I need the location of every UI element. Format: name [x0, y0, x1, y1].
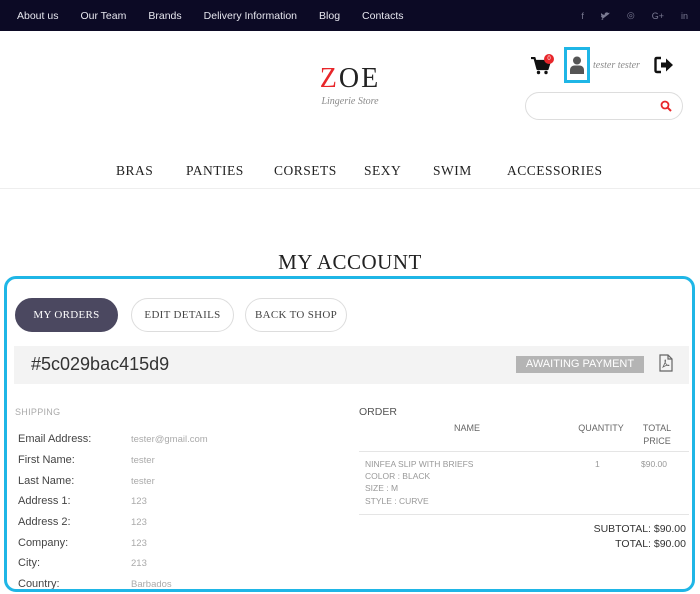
column-total-price: TOTAL PRICE [637, 422, 677, 448]
shipping-label: Company: [18, 537, 69, 549]
shipping-value: 123 [131, 538, 147, 549]
top-nav-blog[interactable]: Blog [319, 10, 340, 22]
top-bar: About us Our Team Brands Delivery Inform… [0, 0, 700, 31]
pdf-icon[interactable] [659, 354, 673, 372]
nav-swim[interactable]: SWIM [433, 163, 472, 179]
top-nav-brands[interactable]: Brands [148, 10, 181, 22]
shipping-value: tester [131, 455, 155, 466]
search-input[interactable] [536, 97, 656, 115]
linkedin-icon[interactable]: in [681, 11, 688, 21]
shipping-label: Address 2: [18, 516, 71, 528]
shipping-value: tester [131, 476, 155, 487]
column-name: NAME [453, 423, 480, 433]
top-nav: About us Our Team Brands Delivery Inform… [17, 0, 425, 31]
user-name[interactable]: tester tester [593, 60, 640, 71]
sign-out-icon [654, 56, 673, 74]
shipping-value: 123 [131, 496, 147, 507]
shipping-label: City: [18, 557, 40, 569]
social-links: f ◎ G+ in [564, 0, 688, 31]
nav-panties[interactable]: PANTIES [186, 163, 244, 179]
shipping-value: tester@gmail.com [131, 434, 208, 445]
shipping-value: 123 [131, 517, 147, 528]
shipping-heading: SHIPPING [15, 407, 61, 417]
nav-sexy[interactable]: SEXY [364, 163, 401, 179]
header-divider [0, 188, 700, 189]
item-name: NINFEA SLIP WITH BRIEFS [365, 459, 474, 469]
account-panel: MY ORDERS EDIT DETAILS BACK TO SHOP #5c0… [4, 276, 695, 592]
shipping-value: 213 [131, 558, 147, 569]
tab-edit-details[interactable]: EDIT DETAILS [131, 298, 234, 332]
logo-text: ZOE [310, 64, 390, 94]
page-title: MY ACCOUNT [278, 250, 422, 274]
nav-accessories[interactable]: ACCESSORIES [507, 163, 603, 179]
shipping-label: Country: [18, 578, 60, 590]
top-nav-contacts[interactable]: Contacts [362, 10, 403, 22]
shipping-value: Barbados [131, 579, 172, 590]
column-total-line-2: PRICE [643, 436, 671, 446]
tab-back-to-shop[interactable]: BACK TO SHOP [245, 298, 347, 332]
nav-bras[interactable]: BRAS [116, 163, 153, 179]
twitter-icon[interactable] [600, 11, 610, 20]
google-plus-icon[interactable]: G+ [652, 11, 664, 21]
order-header: #5c029bac415d9 AWAITING PAYMENT [14, 346, 689, 384]
logo-tagline: Lingerie Store [321, 96, 379, 107]
table-divider [359, 451, 689, 452]
logo[interactable]: ZOE Lingerie Store [310, 64, 390, 108]
top-nav-about-us[interactable]: About us [17, 10, 58, 22]
status-badge: AWAITING PAYMENT [516, 356, 644, 373]
search-icon[interactable] [660, 100, 672, 112]
user-icon [570, 56, 584, 74]
total: TOTAL: $90.00 [615, 538, 686, 550]
column-quantity: QUANTITY [578, 423, 624, 433]
instagram-icon[interactable]: ◎ [627, 10, 635, 21]
search-box [525, 92, 683, 120]
user-account-button[interactable] [564, 47, 590, 83]
facebook-icon[interactable]: f [581, 11, 584, 21]
table-divider [359, 514, 689, 515]
tab-my-orders[interactable]: MY ORDERS [15, 298, 118, 332]
top-nav-our-team[interactable]: Our Team [80, 10, 126, 22]
shipping-label: Address 1: [18, 495, 71, 507]
subtotal: SUBTOTAL: $90.00 [593, 523, 686, 535]
item-quantity: 1 [595, 459, 600, 469]
item-price: $90.00 [641, 459, 667, 469]
cart-count-badge: 0 [544, 54, 554, 64]
logout-button[interactable] [654, 56, 676, 76]
top-nav-delivery-information[interactable]: Delivery Information [204, 10, 297, 22]
order-id: #5c029bac415d9 [31, 354, 170, 374]
shipping-label: First Name: [18, 454, 75, 466]
shipping-label: Last Name: [18, 475, 75, 487]
logo-rest: OE [338, 63, 381, 94]
item-style: STYLE : CURVE [365, 496, 429, 506]
column-total-line-1: TOTAL [642, 423, 672, 433]
item-color: COLOR : BLACK [365, 471, 431, 481]
main-nav: BRAS PANTIES CORSETS SEXY SWIM ACCESSORI… [0, 160, 700, 184]
order-heading: ORDER [359, 406, 397, 418]
nav-corsets[interactable]: CORSETS [274, 163, 337, 179]
shipping-label: Email Address: [18, 433, 92, 445]
logo-first-letter: Z [319, 63, 339, 94]
item-size: SIZE : M [365, 483, 399, 493]
cart-button[interactable]: 0 [531, 54, 555, 77]
